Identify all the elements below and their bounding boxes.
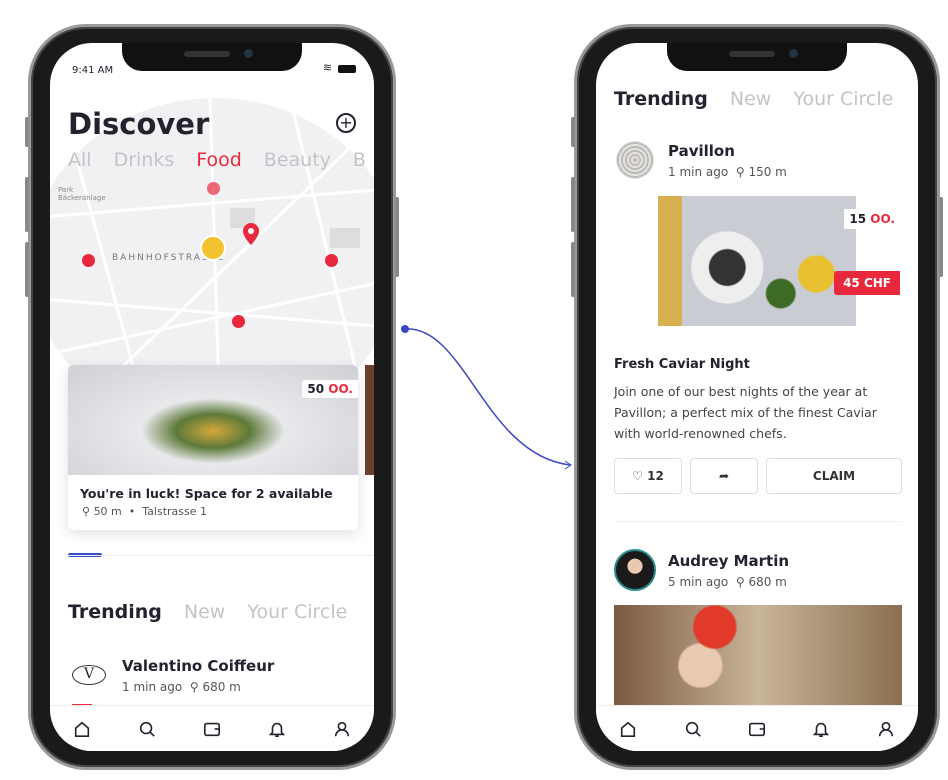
feed-screen: Trending New Your Circle Pavillon 1 min ag… — [596, 43, 918, 751]
offer-card[interactable]: 50 OO. You're in luck! Space for 2 avail… — [68, 365, 358, 530]
bell-icon[interactable] — [812, 720, 830, 738]
left-phone: BAHNHOFSTRASSE Park Bäckeranlage 9:41 AM… — [25, 24, 399, 770]
heart-icon: ♡ — [632, 469, 643, 483]
feed-tabs: Trending New Your Circle — [614, 88, 915, 110]
map-marker[interactable] — [82, 254, 95, 267]
bell-icon[interactable] — [268, 720, 286, 738]
status-time: 9:41 AM — [72, 65, 114, 76]
tab-trending[interactable]: Trending — [68, 601, 162, 623]
user-avatar[interactable] — [200, 235, 226, 261]
location-pin-icon[interactable] — [243, 223, 259, 245]
search-icon[interactable] — [684, 720, 702, 738]
tab-beauty[interactable]: Beauty — [264, 149, 331, 171]
home-icon[interactable] — [619, 720, 637, 738]
search-icon[interactable] — [138, 720, 156, 738]
feed-tabs: Trending New Your Circle — [68, 601, 369, 623]
profile-icon[interactable] — [877, 720, 895, 738]
home-icon[interactable] — [73, 720, 91, 738]
battery-icon — [338, 65, 356, 73]
tab-drinks[interactable]: Drinks — [114, 149, 175, 171]
wallet-icon[interactable] — [203, 720, 221, 738]
pavillon-avatar[interactable] — [616, 141, 654, 179]
tab-new[interactable]: New — [184, 601, 225, 623]
card-title: You're in luck! Space for 2 available — [80, 486, 333, 501]
caviar-image[interactable] — [658, 196, 856, 326]
map-marker[interactable] — [325, 254, 338, 267]
points-badge: 50 OO. — [302, 380, 358, 398]
share-icon: ➦ — [718, 469, 730, 483]
points-badge: 15 OO. — [844, 209, 900, 229]
audrey-avatar[interactable] — [614, 549, 656, 591]
right-phone: Trending New Your Circle Pavillon 1 min ag… — [571, 24, 943, 770]
tab-more[interactable]: B — [353, 149, 366, 171]
tab-your-circle[interactable]: Your Circle — [793, 88, 893, 110]
profile-icon[interactable] — [333, 720, 351, 738]
share-button[interactable]: ➦ — [690, 458, 758, 494]
tab-your-circle[interactable]: Your Circle — [247, 601, 347, 623]
card-meta: ⚲ 50 m • Talstrasse 1 — [82, 505, 207, 518]
page-title: Discover — [68, 107, 210, 141]
flow-connector — [401, 325, 572, 470]
map-marker[interactable] — [232, 315, 245, 328]
claim-button[interactable]: CLAIM — [766, 458, 902, 494]
bottom-nav — [596, 705, 918, 751]
map-park-label: Park Bäckeranlage — [58, 186, 106, 202]
like-button[interactable]: ♡ 12 — [614, 458, 682, 494]
wifi-icon: ≋ — [322, 61, 332, 74]
tab-new[interactable]: New — [730, 88, 771, 110]
tab-all[interactable]: All — [68, 149, 92, 171]
map-marker[interactable] — [207, 182, 220, 195]
add-button[interactable]: + — [336, 113, 356, 133]
post-title: Fresh Caviar Night — [614, 357, 750, 372]
price-badge: 45 CHF — [834, 271, 900, 295]
post-author[interactable]: Valentino Coiffeur — [122, 657, 274, 675]
discover-screen: BAHNHOFSTRASSE Park Bäckeranlage 9:41 AM… — [50, 43, 374, 751]
post-body: Join one of our best nights of the year … — [614, 384, 877, 441]
bottom-nav — [50, 705, 374, 751]
wallet-icon[interactable] — [748, 720, 766, 738]
post-author[interactable]: Audrey Martin — [668, 552, 789, 570]
valentino-logo: V — [72, 665, 106, 685]
audrey-photo[interactable] — [614, 605, 902, 715]
next-card-peek[interactable] — [365, 365, 374, 475]
tab-food[interactable]: Food — [196, 149, 242, 171]
post-author[interactable]: Pavillon — [668, 142, 735, 160]
tab-trending[interactable]: Trending — [614, 88, 708, 110]
category-tabs: All Drinks Food Beauty B — [68, 149, 374, 171]
